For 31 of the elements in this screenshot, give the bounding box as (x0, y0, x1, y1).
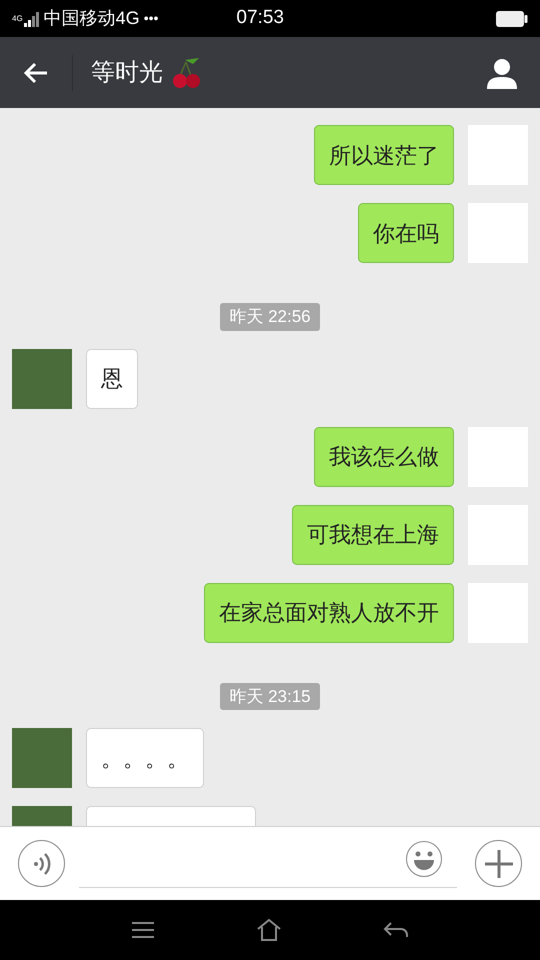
message-bubble: 恩 (86, 348, 138, 408)
message-bubble: 我该怎么做 (314, 426, 454, 486)
message-bubble: 。。。。 (86, 728, 204, 788)
cherry-icon (171, 56, 203, 90)
clock: 07:53 (236, 6, 284, 30)
timestamp: 昨天 22:56 (220, 303, 320, 330)
message-bubble: 可我想在上海 (292, 504, 454, 564)
timestamp: 昨天 23:15 (220, 682, 320, 710)
smiley-icon (405, 840, 443, 878)
emoji-button[interactable] (405, 840, 443, 878)
message-bubble: 所以迷茫了 (314, 125, 454, 185)
contact-profile-button[interactable] (486, 56, 518, 88)
back-icon[interactable] (383, 921, 410, 939)
avatar-photo-placeholder (12, 348, 72, 408)
avatar-photo-placeholder (12, 728, 72, 788)
chat-title: 等时光 (91, 58, 163, 88)
signal-icon (24, 10, 40, 26)
add-button[interactable] (475, 840, 522, 887)
home-icon[interactable] (256, 918, 282, 942)
message-bubble: 在家总面对熟人放不开 (204, 582, 454, 642)
battery-icon (496, 10, 528, 28)
message-bubble: 你在吗 (358, 203, 454, 263)
more-indicator: ••• (144, 9, 158, 28)
person-icon (486, 56, 518, 88)
network-label: 4G (12, 14, 23, 22)
voice-icon (32, 852, 52, 876)
back-arrow-icon (23, 60, 49, 84)
carrier-label: 中国移动4G (44, 7, 140, 30)
plus-icon (484, 850, 512, 878)
voice-button[interactable] (18, 840, 65, 887)
menu-icon[interactable] (130, 921, 155, 939)
